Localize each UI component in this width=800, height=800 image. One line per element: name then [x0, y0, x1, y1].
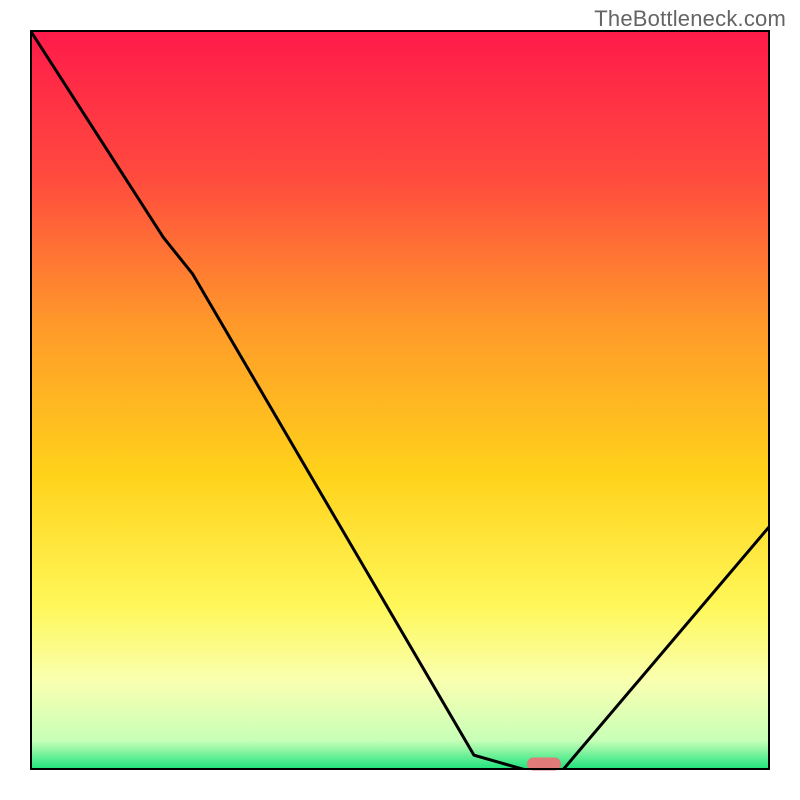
plot-area: [30, 30, 770, 770]
watermark-text: TheBottleneck.com: [594, 6, 786, 32]
curve-layer: [30, 30, 770, 770]
optimal-marker: [527, 758, 561, 771]
bottleneck-curve: [30, 30, 770, 770]
